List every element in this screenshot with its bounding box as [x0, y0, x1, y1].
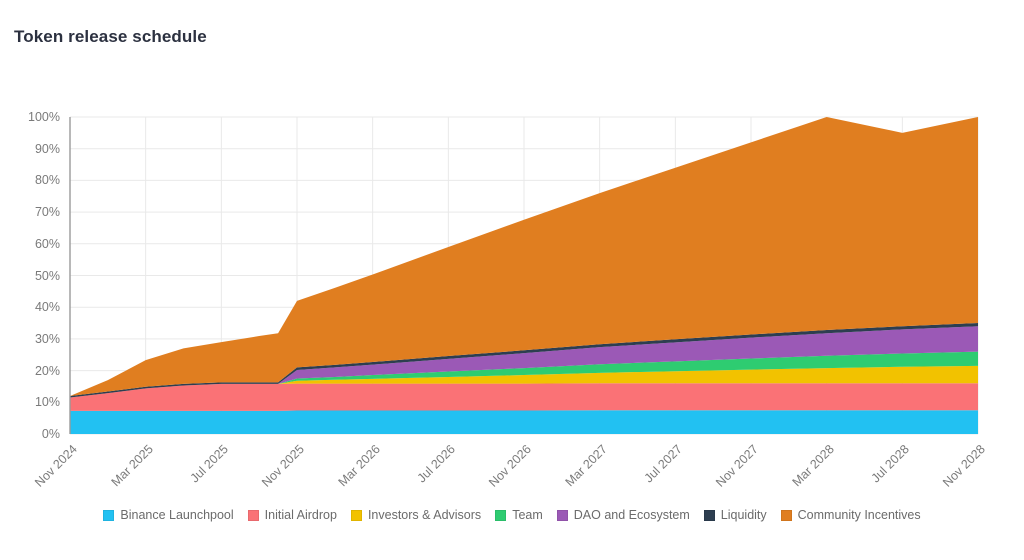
legend-item[interactable]: Investors & Advisors: [350, 508, 482, 522]
legend-color-swatch: [350, 509, 362, 521]
area-chart-svg: [69, 116, 979, 435]
y-axis-tick-label: 40%: [34, 300, 60, 315]
y-axis-tick-label: 80%: [34, 173, 60, 188]
legend-label: Investors & Advisors: [367, 508, 482, 522]
legend-color-swatch: [703, 509, 715, 521]
y-axis-tick-label: 20%: [34, 363, 60, 378]
legend-label: Team: [512, 508, 543, 522]
y-axis-tick-label: 50%: [34, 268, 60, 283]
y-axis-tick-label: 90%: [34, 141, 60, 156]
y-axis-tick-label: 100%: [28, 110, 60, 124]
area-series: [70, 410, 978, 434]
legend-item[interactable]: Liquidity: [703, 508, 767, 522]
legend-label: DAO and Ecosystem: [573, 508, 690, 522]
legend-label: Liquidity: [720, 508, 767, 522]
y-axis-tick-label: 30%: [34, 331, 60, 346]
legend-label: Initial Airdrop: [264, 508, 337, 522]
y-axis-tick-label: 10%: [34, 395, 60, 410]
y-axis-tick-label: 0%: [41, 427, 60, 441]
legend-label: Community Incentives: [797, 508, 921, 522]
area-series: [70, 383, 978, 411]
legend-label: Binance Launchpool: [120, 508, 234, 522]
legend-item[interactable]: Binance Launchpool: [103, 508, 234, 522]
legend-color-swatch: [247, 509, 259, 521]
legend-item[interactable]: DAO and Ecosystem: [556, 508, 690, 522]
chart-card: Token release schedule 0% 10% 20% 30% 40% 50%…: [0, 0, 1024, 560]
legend-item[interactable]: Initial Airdrop: [247, 508, 337, 522]
legend-color-swatch: [556, 509, 568, 521]
legend-item[interactable]: Community Incentives: [780, 508, 921, 522]
legend-color-swatch: [103, 509, 115, 521]
chart-plot-area[interactable]: 0% 10% 20% 30% 40% 50% 60% 70% 80% 90% 100% Nov 20…: [0, 0, 1024, 500]
chart-legend[interactable]: Binance Launchpool Initial Airdrop Investo…: [0, 508, 1024, 522]
y-axis-tick-label: 60%: [34, 236, 60, 251]
legend-color-swatch: [495, 509, 507, 521]
legend-item[interactable]: Team: [495, 508, 543, 522]
y-axis-tick-label: 70%: [34, 205, 60, 220]
legend-color-swatch: [780, 509, 792, 521]
